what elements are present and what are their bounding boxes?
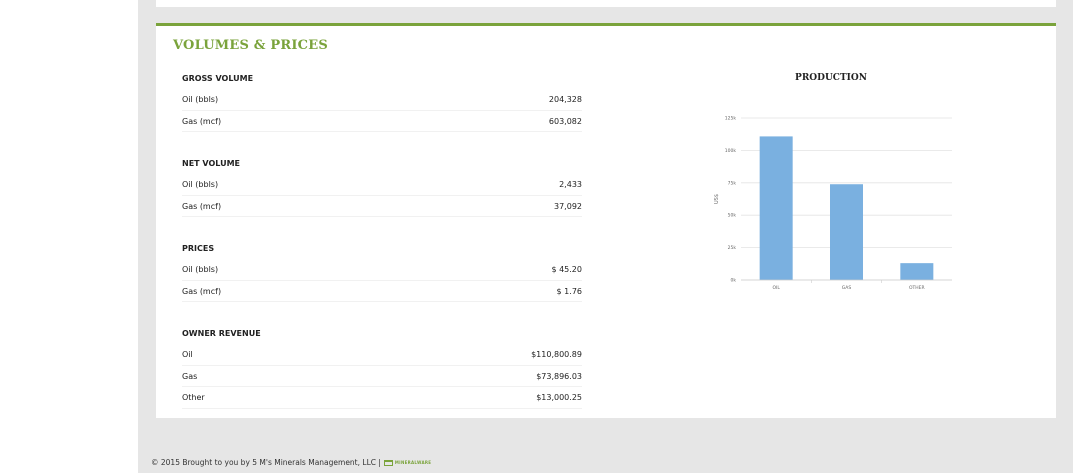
row-value: 37,092 bbox=[554, 201, 582, 211]
logo-text: MINERALWARE bbox=[394, 460, 432, 465]
row-value: 204,328 bbox=[548, 95, 582, 104]
prices-header: PRICES bbox=[182, 244, 215, 253]
row-label: Gas bbox=[182, 371, 198, 381]
volumes-table: GROSS VOLUME Oil (bbls) 204,328 Gas (mcf… bbox=[182, 68, 582, 409]
row-label: Oil bbox=[182, 350, 193, 359]
y-tick-label: 125k bbox=[725, 116, 737, 122]
y-tick-label: 100k bbox=[725, 148, 737, 154]
y-axis-label: US$ bbox=[714, 194, 720, 204]
net-volume-header: NET VOLUME bbox=[182, 159, 240, 168]
logo-mark-icon bbox=[383, 459, 393, 466]
left-margin bbox=[0, 0, 138, 473]
row-value: $ 45.20 bbox=[551, 265, 582, 274]
row-value: $ 1.76 bbox=[556, 286, 582, 296]
table-row: Oil $110,800.89 bbox=[182, 344, 582, 366]
bar-gas bbox=[830, 184, 863, 280]
table-row: Gas (mcf) 603,082 bbox=[182, 111, 582, 132]
row-label: Gas (mcf) bbox=[182, 201, 222, 211]
owner-revenue-header: OWNER REVENUE bbox=[182, 329, 261, 338]
mineralware-logo[interactable]: MINERALWARE bbox=[383, 459, 432, 466]
production-chart: PRODUCTION 0k 25k 50k 75k 100k 125k US$ OIL GAS O… bbox=[706, 70, 966, 300]
table-row: Oil (bbls) 2,433 bbox=[182, 174, 582, 196]
row-label: Other bbox=[182, 393, 205, 402]
section-title: VOLUMES & PRICES bbox=[173, 38, 328, 53]
row-label: Gas (mcf) bbox=[182, 286, 222, 296]
row-label: Gas (mcf) bbox=[182, 116, 222, 126]
table-row: Oil (bbls) 204,328 bbox=[182, 89, 582, 111]
production-chart-svg: 0k 25k 50k 75k 100k 125k US$ OIL GAS OTHER bbox=[714, 116, 952, 291]
table-row: Oil (bbls) $ 45.20 bbox=[182, 259, 582, 281]
row-label: Oil (bbls) bbox=[182, 180, 219, 189]
y-tick-label: 75k bbox=[728, 180, 737, 186]
row-value: 603,082 bbox=[548, 116, 582, 126]
row-value: $110,800.89 bbox=[531, 350, 582, 359]
gross-volume-header: GROSS VOLUME bbox=[182, 74, 254, 83]
bar-oil bbox=[759, 136, 793, 280]
row-label: Oil (bbls) bbox=[182, 95, 219, 104]
table-row: Gas (mcf) 37,092 bbox=[182, 196, 582, 217]
row-label: Oil (bbls) bbox=[182, 265, 219, 274]
row-value: $13,000.25 bbox=[536, 393, 582, 402]
table-row: Gas $73,896.03 bbox=[182, 366, 582, 387]
footer: © 2015 Brought to you by 5 M's Minerals … bbox=[151, 458, 431, 467]
row-value: 2,433 bbox=[559, 180, 582, 189]
table-row: Other $13,000.25 bbox=[182, 387, 582, 409]
x-tick-label: OIL bbox=[772, 285, 780, 291]
table-row: Gas (mcf) $ 1.76 bbox=[182, 281, 582, 302]
x-tick-label: GAS bbox=[842, 285, 852, 291]
bar-other bbox=[900, 263, 934, 280]
x-tick-label: OTHER bbox=[909, 285, 925, 291]
footer-text: © 2015 Brought to you by 5 M's Minerals … bbox=[151, 458, 381, 467]
volumes-prices-card: VOLUMES & PRICES GROSS VOLUME Oil (bbls)… bbox=[156, 23, 1056, 418]
row-value: $73,896.03 bbox=[536, 371, 582, 381]
y-tick-label: 25k bbox=[728, 245, 737, 251]
y-tick-label: 0k bbox=[731, 278, 737, 284]
y-tick-label: 50k bbox=[728, 213, 737, 219]
previous-card-edge bbox=[156, 0, 1056, 7]
